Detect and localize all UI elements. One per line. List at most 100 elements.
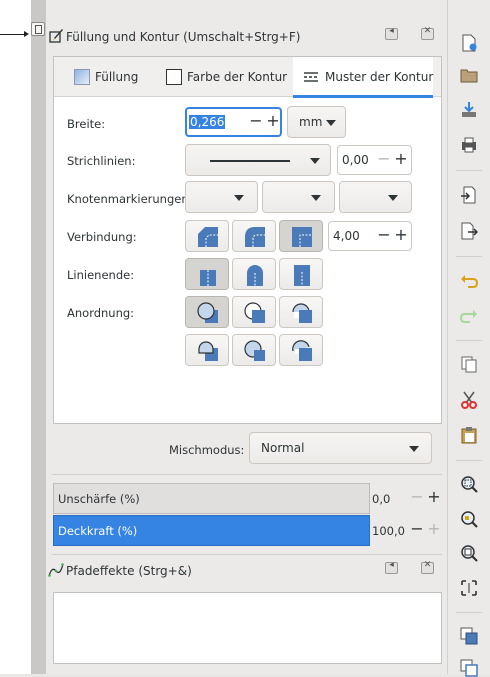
blur-increment-button[interactable]: + [425, 488, 443, 508]
cap-round-icon [247, 265, 263, 286]
dock-handle[interactable] [31, 0, 70, 674]
close-dialog-button[interactable]: ✕ [421, 560, 434, 574]
close-icon: ✕ [423, 560, 432, 570]
close-dialog-button[interactable]: ✕ [421, 26, 434, 40]
save-icon[interactable] [460, 101, 478, 119]
paint-order-icon [292, 303, 312, 323]
dash-pattern-combo[interactable] [185, 144, 331, 176]
join-bevel-button[interactable] [185, 220, 229, 252]
zoom-page-icon[interactable] [460, 544, 478, 562]
fill-stroke-title: Füllung und Kontur (Umschalt+Strg+F) [66, 30, 301, 44]
paste-icon[interactable] [460, 426, 478, 444]
paint-order-icon [244, 302, 265, 323]
paint-order-icon [292, 340, 312, 361]
order-fill-markers-stroke-button[interactable] [279, 296, 323, 328]
join-miter-button[interactable] [279, 220, 323, 252]
toolbar-separator [456, 256, 482, 257]
blur-value[interactable]: 0,0 [372, 492, 390, 506]
cap-square-button[interactable] [279, 258, 323, 290]
dock-dialog-button[interactable]: ◂ [385, 26, 398, 40]
tab-stroke-style[interactable]: Muster der Kontur [293, 57, 434, 98]
separator [52, 554, 442, 555]
tab-bar: Füllung Farbe der Kontur Muster der Kont… [54, 57, 441, 98]
dashes-label: Strichlinien: [67, 154, 136, 168]
clone-icon[interactable] [460, 659, 478, 677]
chevron-down-icon [388, 195, 398, 201]
dash-offset-decrement-button[interactable]: − [375, 150, 393, 170]
opacity-value[interactable]: 100,0 [372, 524, 405, 538]
cap-butt-button[interactable] [185, 258, 229, 290]
join-round-button[interactable] [232, 220, 276, 252]
blur-decrement-button[interactable]: − [408, 488, 426, 508]
duplicate-icon[interactable] [460, 627, 478, 645]
order-label: Anordnung: [67, 306, 135, 320]
blend-mode-label: Mischmodus: [169, 443, 245, 457]
paint-order-icon [244, 340, 265, 361]
end-marker-combo[interactable] [339, 181, 412, 213]
width-spinbox[interactable]: 0,266 − + [185, 107, 282, 137]
path-effects-list[interactable] [53, 592, 442, 664]
import-icon[interactable] [460, 186, 478, 204]
dock-arrow-icon: ◂ [389, 560, 394, 570]
opacity-decrement-button[interactable]: − [408, 520, 426, 540]
miter-limit-decrement-button[interactable]: − [375, 226, 393, 246]
commands-toolbar [447, 0, 490, 677]
chevron-down-icon [409, 446, 419, 452]
dash-offset-value[interactable]: 0,00 [342, 153, 369, 167]
print-icon[interactable] [460, 136, 478, 154]
miter-limit-spinbox[interactable]: 4,00 − + [328, 221, 412, 251]
copy-icon[interactable] [460, 355, 478, 373]
width-value[interactable]: 0,266 [189, 115, 226, 129]
redo-icon[interactable] [460, 307, 478, 325]
canvas-path-segment [0, 34, 26, 35]
tab-stroke-paint-label: Farbe der Kontur [187, 70, 288, 84]
dock-collapse-icon[interactable] [31, 22, 45, 36]
blend-mode-combo[interactable]: Normal [249, 432, 432, 464]
new-document-icon[interactable] [460, 34, 478, 52]
width-increment-button[interactable]: + [264, 112, 282, 132]
dock-dialog-button[interactable]: ◂ [385, 560, 398, 574]
tab-stroke-style-label: Muster der Kontur [325, 70, 434, 84]
cap-round-button[interactable] [232, 258, 276, 290]
toolbar-separator [456, 612, 482, 613]
width-unit-combo[interactable]: mm [287, 106, 346, 138]
width-label: Breite: [67, 117, 106, 131]
cut-icon[interactable] [460, 391, 478, 409]
tab-stroke-paint[interactable]: Farbe der Kontur [158, 57, 293, 97]
drawing-canvas[interactable] [0, 0, 31, 674]
order-markers-fill-stroke-button[interactable] [185, 334, 229, 366]
order-stroke-markers-fill-button[interactable] [279, 334, 323, 366]
blur-label: Unschärfe (%) [58, 492, 140, 506]
zoom-fit-width-icon[interactable] [460, 579, 478, 597]
mid-marker-combo[interactable] [262, 181, 335, 213]
join-miter-icon [292, 227, 312, 247]
dash-offset-spinbox[interactable]: 0,00 − + [337, 145, 412, 175]
width-decrement-button[interactable]: − [247, 112, 265, 132]
join-round-icon [245, 227, 265, 247]
toolbar-separator [456, 340, 482, 341]
start-marker-combo[interactable] [185, 181, 258, 213]
export-icon[interactable] [460, 222, 478, 240]
order-markers-stroke-fill-button[interactable] [232, 334, 276, 366]
dash-pattern-preview [210, 160, 290, 162]
opacity-increment-button[interactable]: + [425, 520, 443, 540]
cap-square-icon [294, 265, 310, 286]
tab-fill[interactable]: Füllung [54, 57, 158, 97]
miter-limit-value[interactable]: 4,00 [333, 229, 360, 243]
width-unit-value: mm [299, 115, 323, 129]
cap-butt-icon [200, 270, 216, 286]
opacity-slider[interactable]: Deckkraft (%) [53, 515, 370, 546]
undo-icon[interactable] [460, 272, 478, 290]
chevron-down-icon [326, 120, 336, 126]
path-effects-icon [48, 563, 64, 577]
fill-tab-icon [74, 69, 90, 85]
miter-limit-increment-button[interactable]: + [392, 226, 410, 246]
order-fill-stroke-markers-button[interactable] [185, 296, 229, 328]
order-stroke-fill-markers-button[interactable] [232, 296, 276, 328]
zoom-selection-icon[interactable] [460, 475, 478, 493]
blur-slider[interactable]: Unschärfe (%) [53, 483, 370, 514]
open-document-icon[interactable] [460, 66, 478, 84]
zoom-drawing-icon[interactable] [460, 510, 478, 528]
dash-offset-increment-button[interactable]: + [392, 150, 410, 170]
tab-fill-label: Füllung [95, 70, 139, 84]
